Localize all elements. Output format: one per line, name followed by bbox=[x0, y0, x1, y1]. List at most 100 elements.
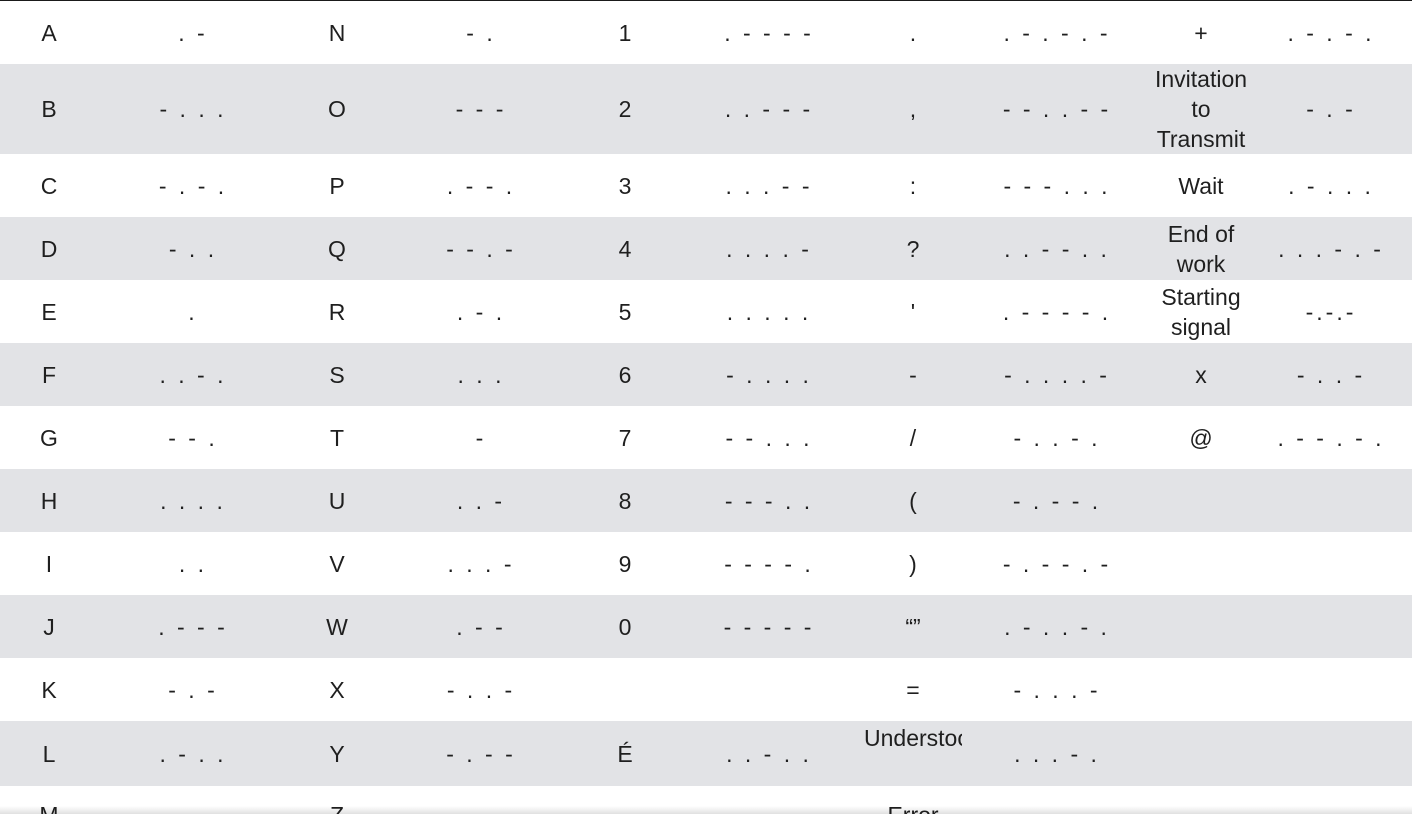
table-body: A. -N- .1. - - - -.. - . - . - +. - . - .… bbox=[0, 1, 1412, 814]
morse-code-cell: . . bbox=[178, 550, 208, 577]
morse-code-cell: - - - . . bbox=[674, 469, 864, 532]
symbol-cell: B bbox=[0, 64, 98, 154]
morse-code-cell: - - . bbox=[168, 424, 218, 451]
table-row: E. R . - . 5 . . . . . ' . - - - - . Starting s… bbox=[0, 280, 1412, 343]
symbol-cell: ' bbox=[910, 298, 916, 325]
symbol-cell: ( bbox=[864, 469, 962, 532]
morse-code-cell: . - . - . bbox=[1287, 19, 1375, 46]
morse-code-cell: . . - . . bbox=[674, 721, 864, 786]
symbol-cell: O bbox=[288, 64, 386, 154]
symbol-cell: F bbox=[0, 343, 98, 406]
symbol-cell: x bbox=[1152, 343, 1250, 406]
symbol-cell bbox=[1152, 721, 1250, 786]
symbol-cell: 6 bbox=[576, 343, 674, 406]
morse-code-cell: - - . - bbox=[386, 217, 576, 280]
symbol-cell: Invitation to Transmit bbox=[1152, 64, 1250, 154]
bottom-shadow bbox=[0, 806, 1412, 814]
symbol-cell: T bbox=[329, 424, 345, 451]
morse-code-cell: - bbox=[475, 424, 487, 451]
morse-code-cell: - - - - . bbox=[724, 550, 814, 577]
symbol-cell bbox=[1152, 532, 1250, 595]
symbol-cell: R bbox=[328, 298, 346, 325]
morse-code-cell: . - - - bbox=[98, 595, 288, 658]
symbol-cell: J bbox=[0, 595, 98, 658]
symbol-cell: Understood bbox=[864, 721, 962, 786]
morse-code-cell: . - - - - bbox=[724, 19, 814, 46]
symbol-cell: - bbox=[864, 343, 962, 406]
table-row: B- . . .O- - -2. . - - -,- - . . - - Invi… bbox=[0, 64, 1412, 154]
morse-code-cell bbox=[1250, 532, 1412, 595]
symbol-cell: W bbox=[288, 595, 386, 658]
morse-code-cell: - . . - . bbox=[1013, 424, 1101, 451]
morse-code-cell: . - . . bbox=[98, 721, 288, 786]
morse-code-cell: - . - bbox=[168, 676, 218, 703]
symbol-cell: 7 bbox=[618, 424, 632, 451]
table-row: D- . .Q- - . -4. . . . -?. . - - . . End … bbox=[0, 217, 1412, 280]
morse-code-cell: . . . - . - bbox=[1250, 217, 1412, 280]
symbol-cell: + bbox=[1194, 19, 1208, 46]
symbol-cell: @ bbox=[1189, 424, 1213, 451]
table-row: A . - N - . 1 . - - - -. . - . - . - + . - . - . bbox=[0, 1, 1412, 64]
morse-code-cell: . . . bbox=[386, 343, 576, 406]
symbol-cell bbox=[1152, 658, 1250, 721]
morse-code-cell: . . - - - bbox=[674, 64, 864, 154]
morse-code-cell: - . . - bbox=[446, 676, 516, 703]
morse-code-cell: . . . - - bbox=[725, 172, 813, 199]
symbol-cell: 9 bbox=[618, 550, 632, 577]
symbol-cell bbox=[1152, 469, 1250, 532]
symbol-cell: ) bbox=[909, 550, 917, 577]
morse-code-cell: - . - - . - bbox=[1002, 550, 1112, 577]
symbol-cell: S bbox=[288, 343, 386, 406]
morse-code-cell: . - . . . bbox=[1288, 172, 1374, 199]
morse-code-cell: . - - . bbox=[446, 172, 516, 199]
morse-code-cell: - - - . . . bbox=[1003, 172, 1111, 199]
morse-code-cell: . . - bbox=[386, 469, 576, 532]
symbol-cell: K bbox=[41, 676, 57, 703]
symbol-cell: 3 bbox=[618, 172, 632, 199]
morse-code-cell bbox=[1250, 469, 1412, 532]
table-row: K - . - X - . . - = - . . . - bbox=[0, 658, 1412, 721]
morse-code-cell: - - . . - - bbox=[962, 64, 1152, 154]
morse-code-cell: . - . bbox=[456, 298, 506, 325]
morse-code-cell: - . bbox=[466, 19, 496, 46]
symbol-cell: Y bbox=[288, 721, 386, 786]
symbol-cell: H bbox=[0, 469, 98, 532]
symbol-cell: = bbox=[906, 676, 920, 703]
symbol-cell: 0 bbox=[576, 595, 674, 658]
morse-code-cell: - . . . bbox=[98, 64, 288, 154]
morse-code-cell: . . . - bbox=[447, 550, 515, 577]
symbol-cell: V bbox=[329, 550, 345, 577]
symbol-cell bbox=[1152, 595, 1250, 658]
morse-code-cell: . . . . . bbox=[726, 298, 812, 325]
table-row: G - - . T - 7 - - . . . / - . . - . @ . - - . - . bbox=[0, 406, 1412, 469]
table-row: F. . - .S. . .6- . . . .-- . . . . -x- .… bbox=[0, 343, 1412, 406]
symbol-cell: N bbox=[328, 19, 346, 46]
symbol-cell: 1 bbox=[618, 19, 632, 46]
symbol-cell: ? bbox=[864, 217, 962, 280]
symbol-cell: Starting signal bbox=[1161, 283, 1241, 340]
morse-code-cell: - . . . . bbox=[674, 343, 864, 406]
symbol-cell: U bbox=[288, 469, 386, 532]
morse-code-cell bbox=[1250, 721, 1412, 786]
symbol-cell: É bbox=[576, 721, 674, 786]
morse-code-cell: - . - - bbox=[386, 721, 576, 786]
morse-code-cell: . - - bbox=[386, 595, 576, 658]
morse-code-cell: - . - - . bbox=[962, 469, 1152, 532]
morse-code-cell: . - bbox=[178, 19, 208, 46]
symbol-cell: “” bbox=[864, 595, 962, 658]
symbol-cell: P bbox=[329, 172, 345, 199]
morse-code-cell: . . . . - bbox=[674, 217, 864, 280]
morse-code-cell: . . - . bbox=[98, 343, 288, 406]
symbol-cell: Wait bbox=[1178, 172, 1224, 199]
morse-code-cell: - - - - - bbox=[674, 595, 864, 658]
morse-code-cell: . . - - . . bbox=[962, 217, 1152, 280]
symbol-cell: 8 bbox=[576, 469, 674, 532]
morse-code-cell bbox=[1250, 595, 1412, 658]
symbol-cell: : bbox=[909, 172, 917, 199]
morse-code-table: A. -N- .1. - - - -.. - . - . - +. - . - .… bbox=[0, 1, 1412, 814]
morse-code-cell: . bbox=[188, 298, 198, 325]
symbol-cell bbox=[576, 658, 674, 721]
morse-code-cell: . - . . - . bbox=[962, 595, 1152, 658]
table-row: H. . . .U. . -8- - - . .(- . - - . bbox=[0, 469, 1412, 532]
symbol-cell: / bbox=[909, 424, 917, 451]
